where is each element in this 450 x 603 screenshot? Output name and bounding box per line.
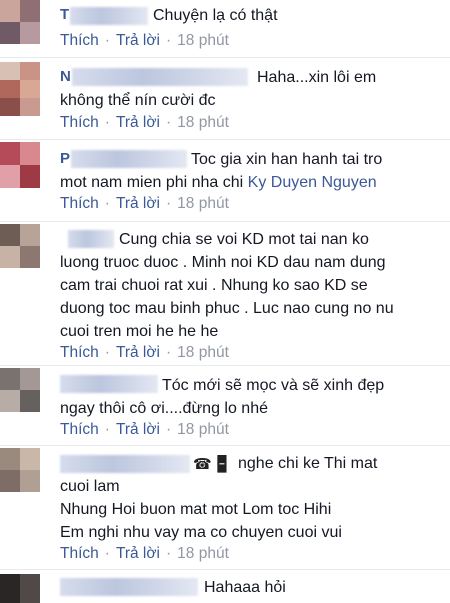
author-name[interactable]: P (60, 150, 70, 167)
comment-text: Toc gia xin han hanh tai tro (191, 151, 383, 168)
timestamp[interactable]: 18 phút (177, 344, 229, 361)
like-link[interactable]: Thích (60, 421, 99, 438)
like-link[interactable]: Thích (60, 114, 99, 131)
author-name[interactable]: N (60, 68, 71, 85)
comment: Tóc mới sẽ mọc và sẽ xinh đẹp ngay thôi … (0, 366, 450, 446)
author-name-redacted[interactable] (72, 68, 248, 86)
like-link[interactable]: Thích (60, 344, 99, 361)
comment: Cung chia se voi KD mot tai nan ko luong… (0, 222, 450, 366)
comment: Hahaaa hỏi (0, 570, 450, 603)
comment-text: nghe chi ke Thi mat (238, 455, 378, 472)
comment-text: Tóc mới sẽ mọc và sẽ xinh đẹp (162, 377, 385, 394)
timestamp[interactable]: 18 phút (177, 421, 229, 438)
comment-text-part: mot nam mien phi nha chi (60, 174, 248, 191)
comment-thread: T Chuyện lạ có thật Thích · Trả lời · 18 phú… (0, 0, 450, 603)
author-name[interactable]: T (60, 6, 69, 23)
avatar[interactable] (0, 574, 40, 603)
reply-link[interactable]: Trả lời (116, 32, 160, 49)
author-name-redacted[interactable] (60, 375, 158, 393)
avatar[interactable] (0, 448, 40, 492)
comment-text: Nhung Hoi buon mat mot Lom toc Hihi (60, 501, 332, 518)
author-name-redacted[interactable] (70, 7, 148, 25)
timestamp[interactable]: 18 phút (177, 195, 229, 212)
timestamp[interactable]: 18 phút (177, 545, 229, 562)
comment-text: Haha...xin lôi em (257, 69, 377, 86)
comment: ☎ 🁢 nghe chi ke Thi mat cuoi lam Nhung H… (0, 446, 450, 570)
comment-text: mot nam mien phi nha chi Ky Duyen Nguyen (60, 171, 377, 194)
author-name-redacted[interactable] (60, 578, 198, 596)
comment-actions: Thích · Trả lời · 18 phút (60, 421, 229, 438)
comment-text: Hahaaa hỏi (204, 579, 286, 596)
reply-link[interactable]: Trả lời (116, 195, 160, 212)
like-link[interactable]: Thích (60, 32, 99, 49)
comment: T Chuyện lạ có thật Thích · Trả lời · 18 phú… (0, 0, 450, 58)
comment-text: cuoi lam (60, 478, 120, 495)
comment: N Haha...xin lôi em không thể nín cười đ… (0, 58, 450, 140)
author-name-redacted[interactable] (71, 150, 187, 168)
comment-text: ngay thôi cô ơi....đừng lo nhé (60, 400, 268, 417)
reply-link[interactable]: Trả lời (116, 114, 160, 131)
author-name-redacted[interactable] (60, 455, 190, 473)
comment-actions: Thích · Trả lời · 18 phút (60, 32, 229, 49)
timestamp[interactable]: 18 phút (177, 114, 229, 131)
like-link[interactable]: Thích (60, 545, 99, 562)
timestamp[interactable]: 18 phút (177, 32, 229, 49)
mention-link[interactable]: Ky Duyen Nguyen (248, 174, 377, 191)
author-name-redacted[interactable] (68, 230, 114, 248)
comment-text: Cung chia se voi KD mot tai nan ko (119, 231, 369, 248)
comment-text: Chuyện lạ có thật (153, 7, 278, 24)
avatar[interactable] (0, 368, 40, 412)
comment: P Toc gia xin han hanh tai tro mot nam m… (0, 140, 450, 222)
comment-actions: Thích · Trả lời · 18 phút (60, 195, 229, 212)
comment-text: cuoi tren moi he he he (60, 323, 219, 340)
reply-link[interactable]: Trả lời (116, 545, 160, 562)
avatar[interactable] (0, 0, 40, 44)
comment-text: cam trai chuoi rat xui . Nhung ko sao KD… (60, 277, 368, 294)
comment-text: luong truoc duoc . Minh noi KD dau nam d… (60, 254, 386, 271)
avatar[interactable] (0, 142, 40, 188)
avatar[interactable] (0, 224, 40, 268)
emoticon-icons: ☎ 🁢 (193, 456, 229, 473)
comment-text: Em nghi nhu vay ma co chuyen cuoi vui (60, 524, 342, 541)
comment-text: không thể nín cười đc (60, 92, 216, 109)
comment-actions: Thích · Trả lời · 18 phút (60, 344, 229, 361)
comment-actions: Thích · Trả lời · 18 phút (60, 114, 229, 131)
avatar[interactable] (0, 62, 40, 116)
reply-link[interactable]: Trả lời (116, 344, 160, 361)
comment-actions: Thích · Trả lời · 18 phút (60, 545, 229, 562)
like-link[interactable]: Thích (60, 195, 99, 212)
reply-link[interactable]: Trả lời (116, 421, 160, 438)
comment-text: duong toc mau binh phuc . Luc nao cung n… (60, 300, 394, 317)
